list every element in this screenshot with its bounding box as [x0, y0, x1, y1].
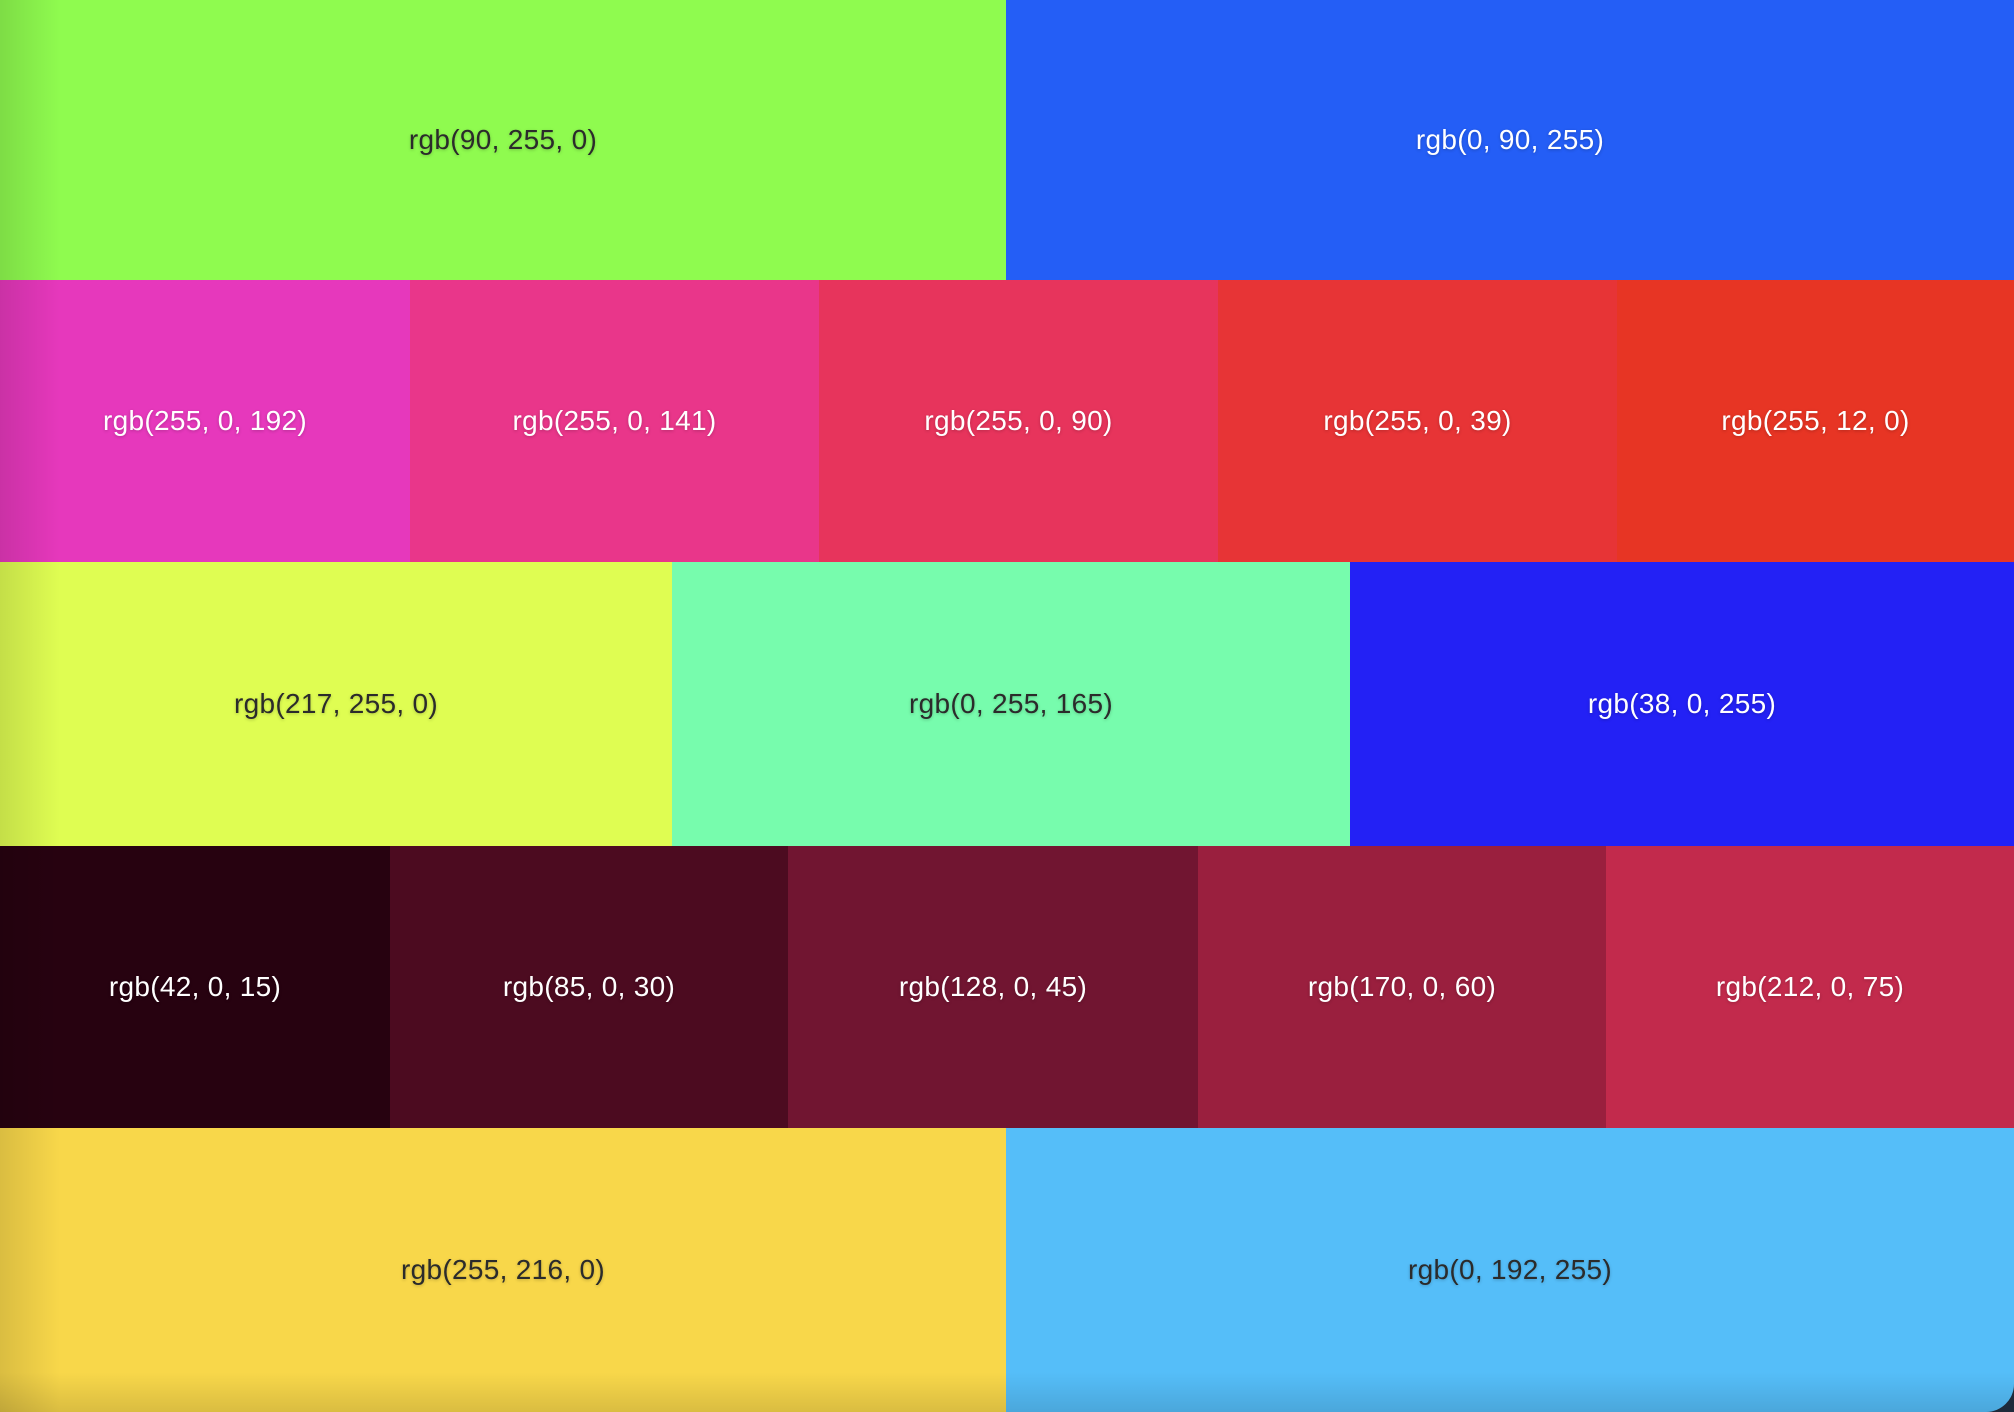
color-swatch[interactable]: rgb(85, 0, 30)	[390, 846, 788, 1128]
palette-row: rgb(217, 255, 0) rgb(0, 255, 165) rgb(38…	[0, 562, 2014, 846]
swatch-label: rgb(255, 0, 90)	[924, 405, 1113, 436]
swatch-label: rgb(90, 255, 0)	[408, 124, 598, 155]
color-swatch[interactable]: rgb(90, 255, 0)	[0, 0, 1006, 280]
color-swatch[interactable]: rgb(255, 0, 39)	[1218, 280, 1617, 562]
swatch-label: rgb(170, 0, 60)	[1307, 971, 1497, 1002]
color-swatch[interactable]: rgb(0, 255, 165)	[672, 562, 1350, 846]
palette-row: rgb(42, 0, 15) rgb(85, 0, 30) rgb(128, 0…	[0, 846, 2014, 1128]
palette-row: rgb(255, 216, 0) rgb(0, 192, 255)	[0, 1128, 2014, 1412]
color-swatch[interactable]: rgb(0, 90, 255)	[1006, 0, 2014, 280]
swatch-label: rgb(255, 0, 39)	[1323, 405, 1512, 436]
color-swatch[interactable]: rgb(217, 255, 0)	[0, 562, 672, 846]
color-swatch[interactable]: rgb(255, 0, 192)	[0, 280, 410, 562]
swatch-label: rgb(38, 0, 255)	[1587, 688, 1777, 719]
swatch-label: rgb(0, 255, 165)	[908, 688, 1114, 719]
palette-row: rgb(255, 0, 192) rgb(255, 0, 141) rgb(25…	[0, 280, 2014, 562]
swatch-label: rgb(217, 255, 0)	[233, 688, 439, 719]
color-swatch[interactable]: rgb(255, 0, 90)	[819, 280, 1218, 562]
swatch-label: rgb(255, 0, 141)	[512, 405, 717, 436]
swatch-label: rgb(0, 90, 255)	[1415, 124, 1605, 155]
swatch-label: rgb(85, 0, 30)	[502, 971, 676, 1002]
color-swatch[interactable]: rgb(170, 0, 60)	[1198, 846, 1606, 1128]
color-swatch[interactable]: rgb(255, 12, 0)	[1617, 280, 2014, 562]
color-swatch[interactable]: rgb(128, 0, 45)	[788, 846, 1198, 1128]
color-palette: rgb(90, 255, 0) rgb(0, 90, 255) rgb(255,…	[0, 0, 2014, 1412]
swatch-label: rgb(42, 0, 15)	[108, 971, 282, 1002]
swatch-label: rgb(255, 12, 0)	[1721, 405, 1910, 436]
swatch-label: rgb(255, 0, 192)	[102, 405, 308, 436]
swatch-label: rgb(0, 192, 255)	[1407, 1254, 1613, 1285]
palette-row: rgb(90, 255, 0) rgb(0, 90, 255)	[0, 0, 2014, 280]
swatch-label: rgb(128, 0, 45)	[898, 971, 1088, 1002]
swatch-label: rgb(255, 216, 0)	[400, 1254, 606, 1285]
color-swatch[interactable]: rgb(212, 0, 75)	[1606, 846, 2014, 1128]
color-swatch[interactable]: rgb(38, 0, 255)	[1350, 562, 2014, 846]
color-swatch[interactable]: rgb(0, 192, 255)	[1006, 1128, 2014, 1412]
swatch-label: rgb(212, 0, 75)	[1715, 971, 1905, 1002]
color-swatch[interactable]: rgb(42, 0, 15)	[0, 846, 390, 1128]
color-swatch[interactable]: rgb(255, 216, 0)	[0, 1128, 1006, 1412]
color-swatch[interactable]: rgb(255, 0, 141)	[410, 280, 819, 562]
